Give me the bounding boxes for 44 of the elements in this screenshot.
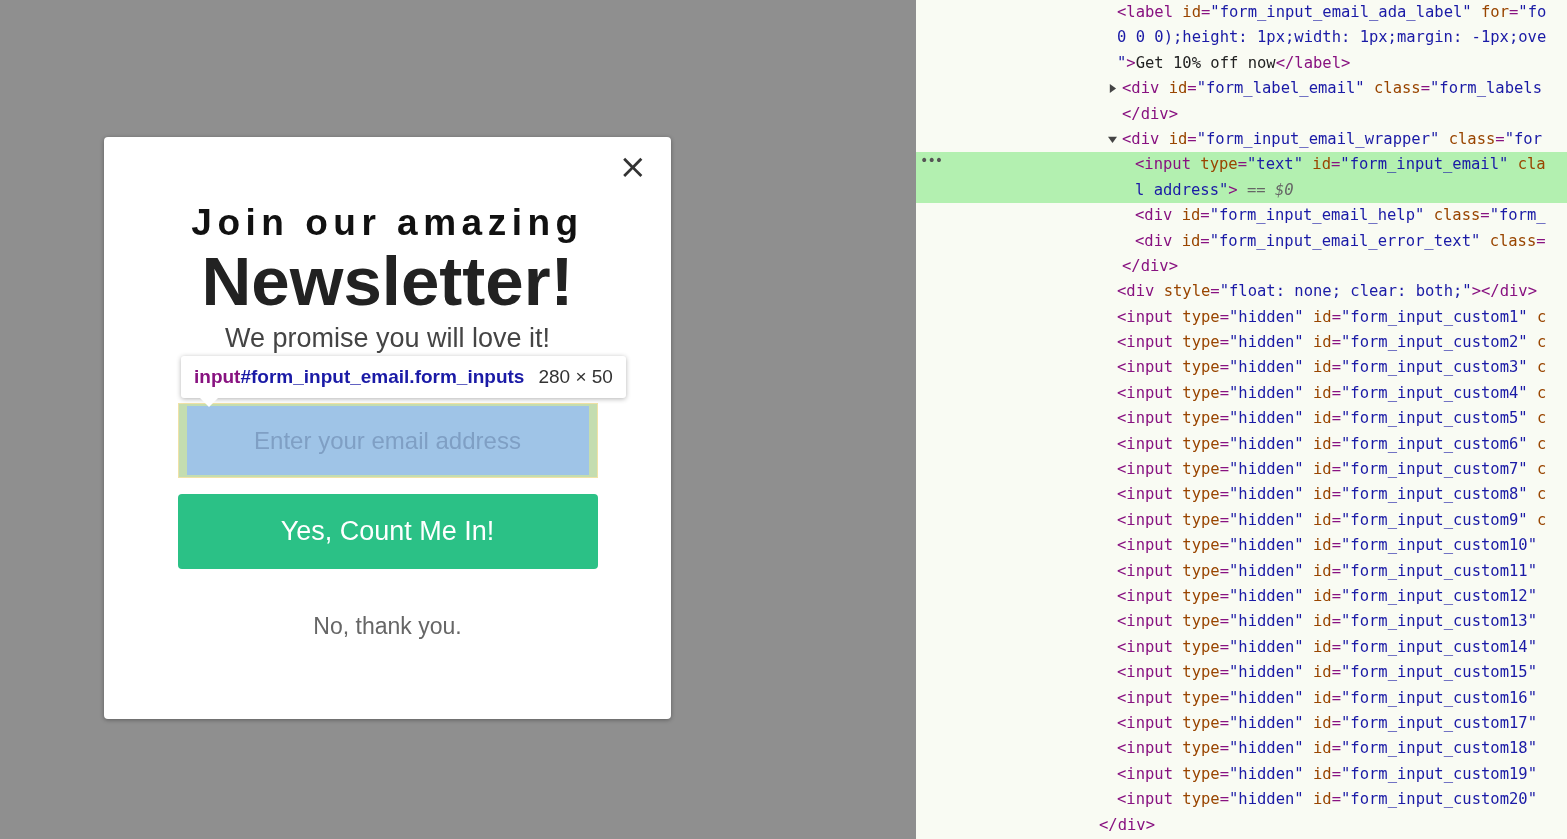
code-line: <input type="hidden" id="form_input_custom6" c: [1117, 433, 1547, 455]
code-line: l address"> == $0: [1135, 179, 1294, 201]
element-selector: input#form_input_email.form_inputs: [194, 366, 525, 388]
collapse-icon[interactable]: [1108, 135, 1117, 145]
code-line: <div id="form_input_email_error_text" class=: [1135, 230, 1546, 252]
code-line: <input type="hidden" id="form_input_custom16": [1117, 687, 1537, 709]
code-line: <input type="hidden" id="form_input_custom5" c: [1117, 408, 1547, 430]
code-line: <input type="hidden" id="form_input_custom20": [1117, 789, 1537, 811]
selected-line-highlight[interactable]: ••• <input type="text" id="form_input_email" cla: [916, 152, 1567, 178]
code-line: <div id="form_input_email_wrapper" class="for: [1122, 128, 1542, 150]
code-line: <input type="hidden" id="form_input_custom3" c: [1117, 357, 1547, 379]
close-button[interactable]: ×: [616, 149, 649, 183]
selected-line-highlight[interactable]: l address"> == $0: [916, 177, 1567, 204]
code-line: <input type="hidden" id="form_input_custom19": [1117, 763, 1537, 785]
code-line: <input type="hidden" id="form_input_custom18": [1117, 738, 1537, 760]
expand-icon[interactable]: [1108, 84, 1117, 94]
code-line: <input type="hidden" id="form_input_custom11": [1117, 560, 1537, 582]
code-line: <input type="hidden" id="form_input_custom15": [1117, 662, 1537, 684]
code-line: <input type="hidden" id="form_input_custom10": [1117, 535, 1537, 557]
decline-link[interactable]: No, thank you.: [313, 613, 462, 640]
popup-subtitle: We promise you will love it!: [224, 323, 551, 353]
code-line: <label id="form_input_email_ada_label" for="fo: [1117, 2, 1547, 23]
popup-headline: Newsletter!: [201, 247, 574, 317]
code-line: <input type="hidden" id="form_input_custom2" c: [1117, 332, 1547, 354]
code-line: </div>: [1122, 103, 1178, 125]
code-line: <div style="float: none; clear: both;"></div>: [1117, 281, 1537, 303]
code-line: <input type="text" id="form_input_email" cla: [1135, 154, 1546, 176]
code-line: <input type="hidden" id="form_input_custom14": [1117, 636, 1537, 658]
code-line: <div id="form_input_email_help" class="form_: [1135, 205, 1546, 227]
code-line: <input type="hidden" id="form_input_custom17": [1117, 712, 1537, 734]
code-line: 0 0 0);height: 1px;width: 1px;margin: -1px;ove: [1117, 27, 1547, 49]
code-line: <input type="hidden" id="form_input_custom7" c: [1117, 459, 1547, 481]
code-line: </div>: [1122, 255, 1178, 277]
code-line: <input type="hidden" id="form_input_custom12": [1117, 586, 1537, 607]
element-size: 280 × 50: [538, 366, 613, 388]
code-line: <input type="hidden" id="form_input_custom1" c: [1117, 306, 1547, 328]
code-line: <input type="hidden" id="form_input_custom4" c: [1117, 382, 1547, 404]
code-line: <input type="hidden" id="form_input_custom9" c: [1117, 509, 1547, 531]
code-line: </div>: [1099, 814, 1155, 836]
popup-title: Join our amazing: [191, 203, 584, 243]
code-line: <input type="hidden" id="form_input_custom13": [1117, 611, 1537, 633]
code-line: <div id="form_label_email" class="form_labels: [1122, 78, 1542, 100]
code-line: ">Get 10% off now</label>: [1117, 52, 1351, 74]
code-line: <input type="hidden" id="form_input_custom8" c: [1117, 484, 1547, 506]
